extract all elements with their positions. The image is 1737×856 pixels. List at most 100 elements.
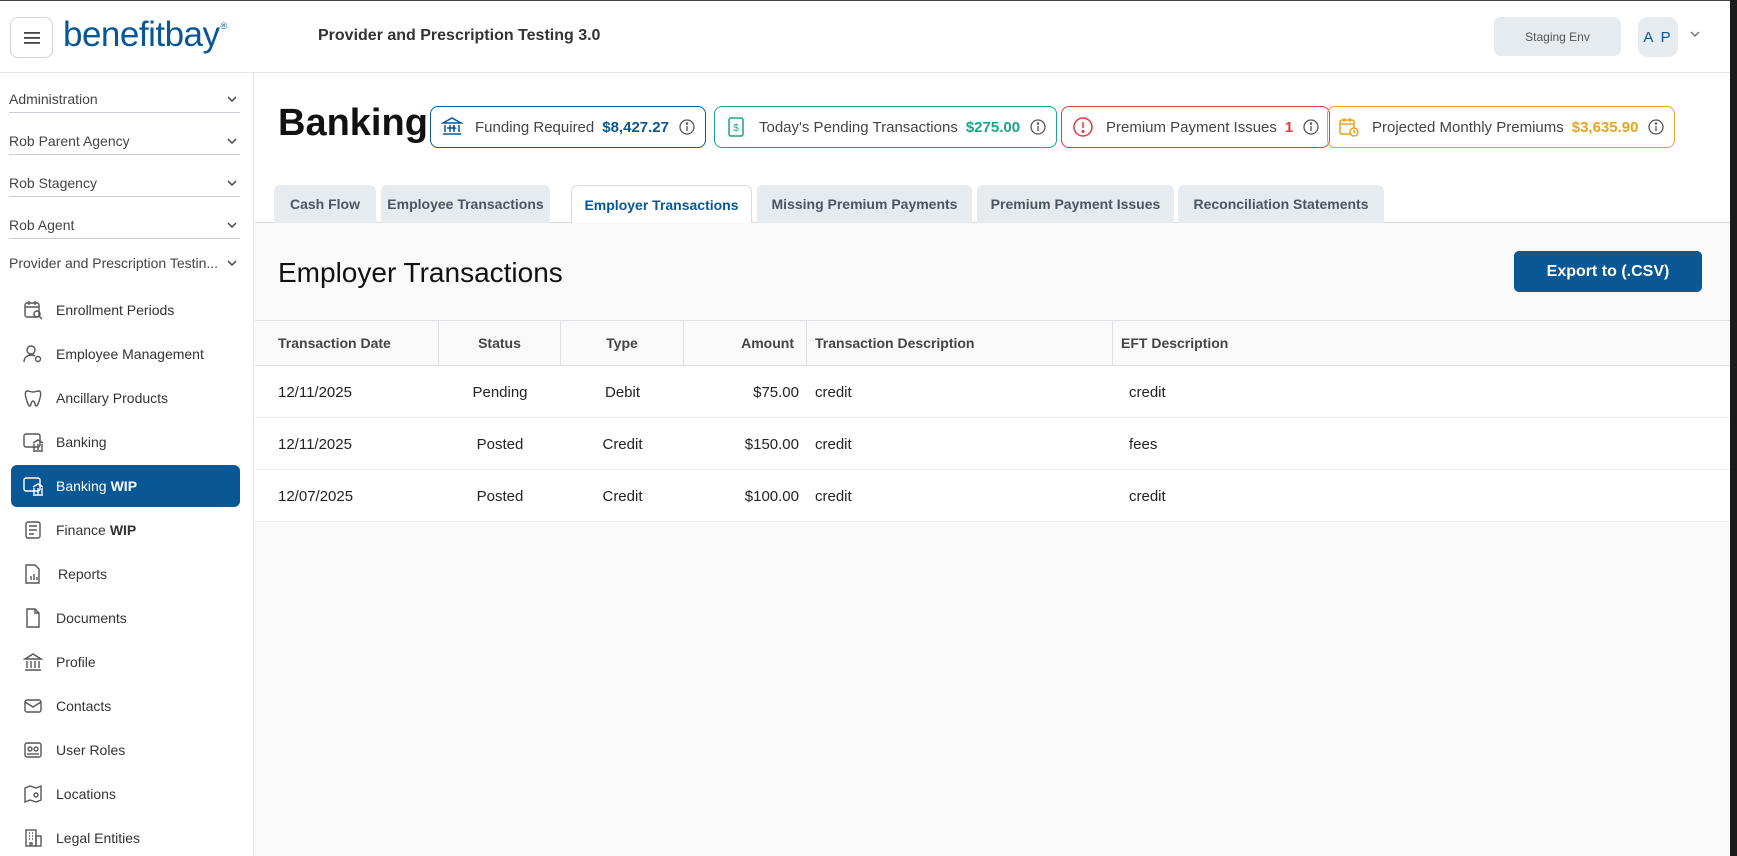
column-header-eft-description[interactable]: EFT Description	[1113, 321, 1413, 365]
sidebar-item-contacts[interactable]: Contacts	[11, 685, 240, 727]
cell-transaction-description: credit	[815, 487, 852, 505]
sidebar-item-legal-entities[interactable]: Legal Entities	[11, 817, 240, 856]
column-header-transaction-description[interactable]: Transaction Description	[807, 321, 1113, 365]
alert-circle-icon	[1072, 116, 1094, 138]
summary-funding-required[interactable]: Funding Required $8,427.27	[430, 106, 706, 148]
org-selector-parent-agency[interactable]: Rob Parent Agency	[9, 129, 240, 155]
summary-pending-transactions[interactable]: $ Today's Pending Transactions $275.00	[714, 106, 1058, 148]
table-header: Transaction Date Status Type Amount Tran…	[255, 320, 1730, 366]
cell-type: Credit	[602, 435, 643, 453]
chevron-down-icon[interactable]	[1688, 27, 1702, 41]
info-icon[interactable]	[679, 119, 695, 135]
app-title: Provider and Prescription Testing 3.0	[318, 27, 601, 44]
tab-bar: Cash Flow Employee Transactions Employer…	[255, 179, 1730, 224]
brand-logo-text: benefitbay	[63, 15, 220, 54]
svg-text:$: $	[733, 123, 739, 134]
sidebar-item-label: Ancillary Products	[56, 390, 169, 406]
sidebar-item-label: Banking	[56, 434, 107, 450]
tab-employee-transactions[interactable]: Employee Transactions	[381, 185, 550, 223]
sidebar-item-ancillary-products[interactable]: Ancillary Products	[11, 377, 240, 419]
summary-premium-payment-issues[interactable]: Premium Payment Issues 1	[1061, 106, 1331, 148]
sidebar: Administration Rob Parent Agency Rob Sta…	[0, 73, 254, 856]
main-content: Banking Funding Required $8,427.27 $ Tod…	[255, 74, 1730, 856]
brand-logo[interactable]: benefitbay®	[63, 15, 227, 55]
report-icon	[22, 563, 44, 585]
summary-label: Funding Required	[475, 118, 595, 136]
tab-cash-flow[interactable]: Cash Flow	[274, 185, 376, 223]
selector-label: Provider and Prescription Testin...	[9, 255, 219, 271]
column-header-type[interactable]: Type	[561, 321, 684, 365]
cell-amount: $100.00	[744, 487, 799, 505]
hamburger-icon	[23, 31, 40, 44]
info-icon[interactable]	[1030, 119, 1046, 135]
cell-status: Pending	[472, 383, 528, 401]
office-building-icon	[22, 827, 44, 849]
chevron-down-icon	[227, 137, 237, 144]
dollar-doc-icon: $	[725, 116, 747, 138]
sidebar-item-label: Enrollment Periods	[56, 302, 175, 318]
cell-transaction-date: 12/11/2025	[278, 383, 352, 401]
transactions-table: Transaction Date Status Type Amount Tran…	[255, 320, 1730, 522]
bank-icon	[22, 431, 44, 453]
summary-label: Premium Payment Issues	[1106, 118, 1277, 136]
cell-eft-description: credit	[1129, 383, 1166, 401]
info-icon[interactable]	[1303, 119, 1319, 135]
sidebar-item-label: Locations	[56, 786, 116, 802]
selector-label: Rob Agent	[9, 216, 75, 233]
sidebar-item-label: Profile	[56, 654, 96, 670]
chevron-down-icon	[227, 260, 237, 267]
sidebar-item-label: Banking	[56, 478, 107, 494]
tab-missing-premium-payments[interactable]: Missing Premium Payments	[757, 185, 972, 223]
column-header-transaction-date[interactable]: Transaction Date	[255, 321, 439, 365]
sidebar-item-documents[interactable]: Documents	[11, 597, 240, 639]
export-csv-button[interactable]: Export to (.CSV)	[1514, 251, 1702, 292]
column-header-amount[interactable]: Amount	[684, 321, 807, 365]
sidebar-item-label: Documents	[56, 610, 127, 626]
sidebar-item-reports[interactable]: Reports	[11, 553, 240, 595]
tab-employer-transactions[interactable]: Employer Transactions	[571, 185, 752, 224]
sidebar-item-banking-wip[interactable]: Banking WIP	[11, 465, 240, 507]
org-selector-agent[interactable]: Rob Agent	[9, 213, 240, 239]
bank-icon	[22, 475, 44, 497]
environment-button[interactable]: Staging Env	[1494, 17, 1621, 56]
sidebar-item-label: Finance	[56, 522, 106, 538]
info-icon[interactable]	[1648, 119, 1665, 135]
table-row[interactable]: 12/11/2025 Pending Debit $75.00 credit c…	[255, 366, 1730, 418]
sidebar-item-user-roles[interactable]: User Roles	[11, 729, 240, 771]
avatar[interactable]: A P	[1638, 17, 1678, 57]
id-card-icon	[22, 739, 44, 761]
calendar-search-icon	[22, 299, 44, 321]
org-selector-stagency[interactable]: Rob Stagency	[9, 171, 240, 197]
section-title: Employer Transactions	[278, 257, 563, 288]
table-row[interactable]: 12/07/2025 Posted Credit $100.00 credit …	[255, 470, 1730, 522]
employer-transactions-panel: Employer Transactions Export to (.CSV) T…	[255, 223, 1730, 856]
cell-transaction-description: credit	[815, 383, 852, 401]
cell-transaction-description: credit	[815, 435, 852, 453]
tooth-icon	[22, 387, 44, 409]
org-selector-employer[interactable]: Provider and Prescription Testin...	[9, 251, 240, 277]
tab-premium-payment-issues[interactable]: Premium Payment Issues	[977, 185, 1174, 223]
map-pin-icon	[22, 783, 44, 805]
sidebar-item-profile[interactable]: Profile	[11, 641, 240, 683]
sidebar-item-finance-wip[interactable]: Finance WIP	[11, 509, 240, 551]
tab-reconciliation-statements[interactable]: Reconciliation Statements	[1178, 185, 1384, 223]
cell-status: Posted	[476, 435, 524, 453]
sidebar-item-employee-management[interactable]: Employee Management	[11, 333, 240, 375]
summary-projected-monthly-premiums[interactable]: Projected Monthly Premiums $3,635.90	[1327, 106, 1676, 148]
sidebar-item-enrollment-periods[interactable]: Enrollment Periods	[11, 289, 240, 331]
summary-value: 1	[1284, 118, 1294, 136]
org-selector-administration[interactable]: Administration	[9, 87, 240, 113]
cell-type: Debit	[604, 383, 641, 401]
calendar-clock-icon	[1338, 116, 1360, 138]
table-row[interactable]: 12/11/2025 Posted Credit $150.00 credit …	[255, 418, 1730, 470]
window-edge	[1730, 0, 1737, 856]
column-header-status[interactable]: Status	[439, 321, 561, 365]
summary-value: $275.00	[965, 118, 1021, 136]
sidebar-item-label: Contacts	[56, 698, 112, 714]
sidebar-item-locations[interactable]: Locations	[11, 773, 240, 815]
menu-button[interactable]	[10, 17, 53, 58]
cell-amount: $150.00	[744, 435, 799, 453]
chevron-down-icon	[227, 95, 237, 102]
summary-label: Today's Pending Transactions	[759, 118, 958, 136]
sidebar-item-banking[interactable]: Banking	[11, 421, 240, 463]
